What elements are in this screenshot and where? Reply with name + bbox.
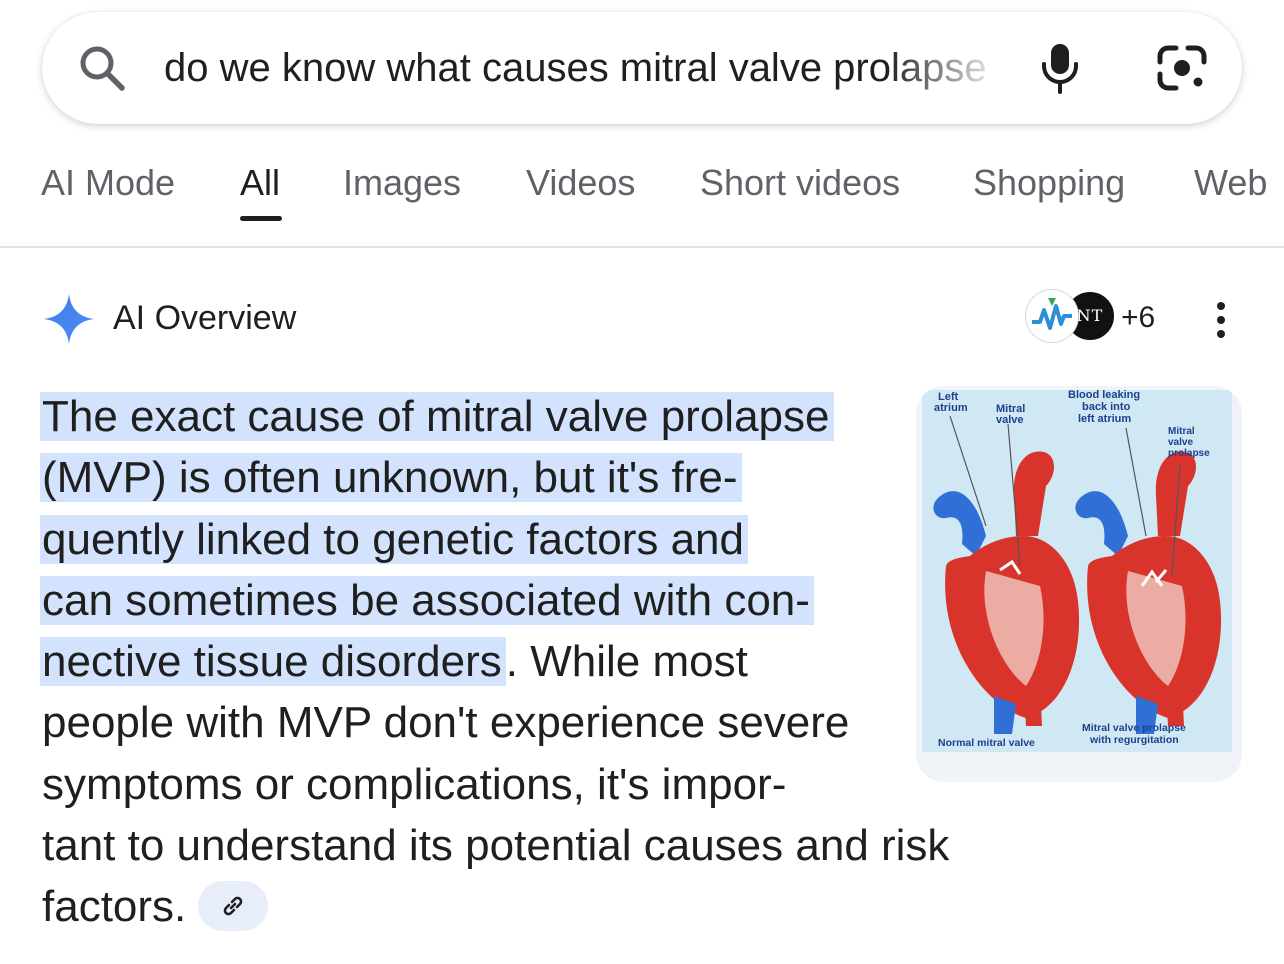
source-link-chip[interactable] (198, 880, 269, 931)
source-avatars[interactable]: NT (1026, 290, 1118, 346)
overview-line: quently linked to genetic factors and (40, 509, 1002, 570)
tab-short-videos[interactable]: Short videos (700, 160, 900, 206)
tab-ai-mode[interactable]: AI Mode (41, 160, 175, 206)
plain-text: . While most (505, 637, 748, 687)
caption-mvp: Mitral valve prolapse with regurgitation (1082, 722, 1186, 746)
tab-all[interactable]: All (240, 160, 280, 206)
more-options-icon[interactable] (1208, 298, 1234, 342)
caption-normal-valve: Normal mitral valve (938, 737, 1035, 749)
heart-diagram-image: Left atrium Mitral valve Blood leaking back… (922, 389, 1232, 752)
highlighted-text: The exact cause of mitral valve prolapse (40, 392, 834, 441)
search-bar[interactable]: do we know what causes mitral valve prol… (42, 12, 1242, 124)
tab-videos[interactable]: Videos (526, 160, 635, 206)
search-input[interactable]: do we know what causes mitral valve prol… (164, 40, 1004, 96)
ai-overview-text: The exact cause of mitral valve prolapse… (40, 386, 1002, 938)
mvp-illustration[interactable]: Left atrium Mitral valve Blood leaking back… (916, 386, 1242, 782)
tab-web[interactable]: Web (1194, 160, 1267, 206)
ai-sparkle-icon (44, 294, 94, 344)
overview-line: The exact cause of mitral valve prolapse (40, 386, 1002, 447)
overview-line: can sometimes be associated with con- (40, 570, 1002, 631)
more-sources-count[interactable]: +6 (1121, 298, 1155, 338)
overview-line: people with MVP don't experience severe (42, 692, 1002, 753)
active-tab-indicator (240, 216, 282, 221)
overview-line: (MVP) is often unknown, but it's fre- (40, 447, 1002, 508)
heartbeat-logo-icon (1032, 298, 1072, 330)
tabs-divider (0, 246, 1284, 248)
plain-text: symptoms or complications, it's impor- (42, 759, 787, 809)
overview-line: tant to understand its potential causes … (42, 815, 1002, 876)
overview-line: factors. (42, 876, 1002, 937)
highlighted-text: (MVP) is often unknown, but it's fre- (40, 453, 742, 503)
link-icon (223, 896, 243, 916)
plain-text: people with MVP don't experience severe (42, 698, 850, 748)
highlighted-text: quently linked to genetic factors and (40, 514, 749, 564)
tab-images[interactable]: Images (343, 160, 461, 206)
microphone-icon[interactable] (1038, 42, 1082, 94)
tab-shopping[interactable]: Shopping (973, 160, 1125, 206)
plain-text: tant to understand its potential causes … (42, 821, 950, 871)
google-lens-icon[interactable] (1156, 44, 1208, 92)
highlighted-text: nective tissue disorders (40, 637, 506, 687)
search-icon[interactable] (78, 44, 126, 92)
plain-text: factors. (42, 882, 187, 932)
label-mitral-valve: Mitral valve (996, 403, 1025, 426)
overview-line: nective tissue disorders. While most (40, 631, 1002, 692)
search-tabs: AI Mode All Images Videos Short videos S… (0, 150, 1284, 246)
overview-line: symptoms or complications, it's impor- (42, 754, 1002, 815)
highlighted-text: can sometimes be associated with con- (40, 575, 814, 625)
ai-overview-title: AI Overview (113, 299, 297, 337)
source-avatar[interactable] (1026, 290, 1078, 342)
